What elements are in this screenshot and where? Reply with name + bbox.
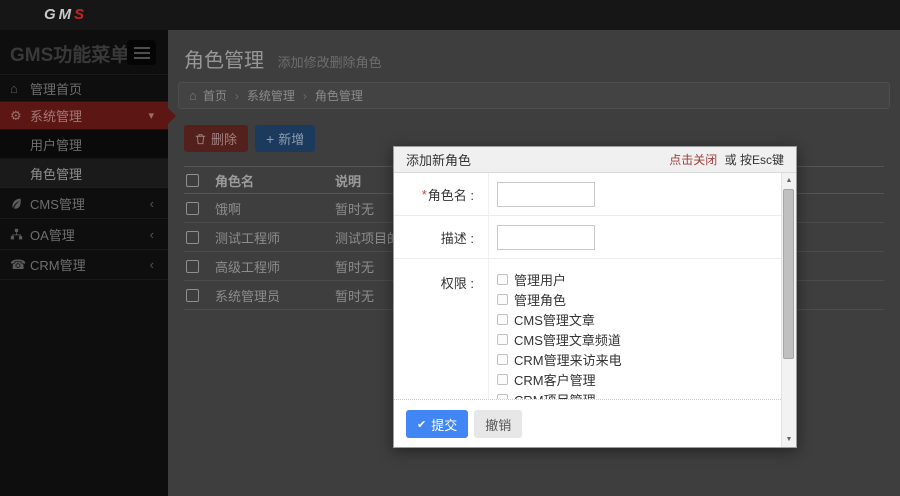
gear-icon: ⚙ xyxy=(10,107,22,123)
form-row-role-name: * 角色名 : xyxy=(394,173,796,216)
permission-checkbox[interactable] xyxy=(497,273,508,285)
sitemap-icon xyxy=(10,228,30,241)
cell-role-name: 饿啊 xyxy=(215,201,242,217)
permission-option: 管理角色 xyxy=(497,289,622,309)
row-checkbox[interactable] xyxy=(186,259,199,273)
required-mark: * xyxy=(421,186,427,202)
plus-icon: + xyxy=(266,130,275,147)
modal-footer: ✔ 提交 撤销 xyxy=(394,399,781,447)
permission-option: CMS管理文章 xyxy=(497,309,622,329)
home-icon: ⌂ xyxy=(10,80,18,96)
sidebar-nav: ⌂ 管理首页 ⚙ 系统管理 ▾ 用户管理 角色管理 CMS管理 ‹ OA管理 ‹… xyxy=(0,74,176,280)
permission-label: CRM管理来访来电 xyxy=(514,352,622,368)
page-header: 角色管理 添加修改删除角色 xyxy=(168,30,900,82)
sidebar-item-label: CMS管理 xyxy=(30,196,85,212)
permission-label: 管理用户 xyxy=(514,272,567,288)
sidebar-item-cms[interactable]: CMS管理 ‹ xyxy=(0,187,168,218)
breadcrumb-system[interactable]: 系统管理 xyxy=(247,87,295,104)
permission-option: 管理用户 xyxy=(497,269,622,289)
scrollbar-thumb[interactable] xyxy=(783,189,794,359)
add-button[interactable]: + 新增 xyxy=(255,125,316,152)
home-icon: ⌂ xyxy=(189,88,197,103)
row-checkbox[interactable] xyxy=(186,288,199,302)
chevron-down-icon: ▾ xyxy=(148,110,154,122)
sidebar-item-home[interactable]: ⌂ 管理首页 xyxy=(0,74,168,101)
sidebar: GMS功能菜单 ⌂ 管理首页 ⚙ 系统管理 ▾ 用户管理 角色管理 CMS管理 xyxy=(0,30,176,496)
chevron-left-icon: ‹ xyxy=(149,226,154,242)
page-subtitle: 添加修改删除角色 xyxy=(277,55,382,70)
permission-label: CMS管理文章频道 xyxy=(514,332,621,348)
select-all-checkbox[interactable] xyxy=(186,173,199,187)
delete-button[interactable]: 删除 xyxy=(184,125,249,152)
logo-gm-text: GM xyxy=(44,6,75,23)
page-title: 角色管理 xyxy=(184,50,264,72)
permission-checkbox[interactable] xyxy=(497,313,508,325)
trash-icon xyxy=(195,133,206,144)
sidebar-item-roles[interactable]: 角色管理 xyxy=(0,158,168,187)
sidebar-title: GMS功能菜单 xyxy=(10,45,130,66)
modal-title: 添加新角色 xyxy=(406,153,472,168)
permission-label: CMS管理文章 xyxy=(514,312,595,328)
permission-checkbox[interactable] xyxy=(497,333,508,345)
sidebar-item-system[interactable]: ⚙ 系统管理 ▾ xyxy=(0,101,176,129)
top-navbar: GMS xyxy=(0,0,900,30)
scroll-down-arrow-icon[interactable]: ▼ xyxy=(782,432,796,447)
leaf-icon xyxy=(10,197,30,210)
permission-label: CRM客户管理 xyxy=(514,372,596,388)
logo-s-text: S xyxy=(74,6,88,23)
chevron-left-icon: ‹ xyxy=(149,257,154,272)
chevron-left-icon: ‹ xyxy=(149,195,154,211)
description-label: 描述 : xyxy=(394,216,489,258)
sidebar-header: GMS功能菜单 xyxy=(0,30,168,74)
scroll-up-arrow-icon[interactable]: ▲ xyxy=(782,173,796,188)
column-header-name: 角色名 xyxy=(215,173,255,189)
active-menu-arrow xyxy=(168,107,176,124)
cell-role-name: 高级工程师 xyxy=(215,259,281,275)
breadcrumb: ⌂ 首页 › 系统管理 › 角色管理 xyxy=(178,82,890,109)
sidebar-item-label: 角色管理 xyxy=(30,166,83,182)
close-esc-hint: 或 按Esc键 xyxy=(724,153,784,167)
permission-checkbox[interactable] xyxy=(497,373,508,385)
permission-option: CMS管理文章频道 xyxy=(497,329,622,349)
sidebar-item-label: 系统管理 xyxy=(30,109,83,124)
modal-body: * 角色名 : 描述 : 权限 : 管理用户 管理角色 CMS管理文章 CMS管… xyxy=(394,173,796,447)
modal-header: 添加新角色 点击关闭 或 按Esc键 xyxy=(394,147,796,173)
permissions-list: 管理用户 管理角色 CMS管理文章 CMS管理文章频道 CRM管理来访来电 CR… xyxy=(489,259,622,409)
sidebar-item-label: 管理首页 xyxy=(30,81,83,97)
row-checkbox[interactable] xyxy=(186,230,199,244)
add-role-modal: 添加新角色 点击关闭 或 按Esc键 * 角色名 : 描述 : 权限 : 管理用… xyxy=(393,146,797,448)
role-name-label: * 角色名 : xyxy=(394,173,489,215)
cancel-button[interactable]: 撤销 xyxy=(474,410,523,438)
gms-logo: GMS xyxy=(44,6,87,23)
modal-close-area: 点击关闭 或 按Esc键 xyxy=(669,151,784,168)
row-checkbox[interactable] xyxy=(186,201,199,215)
sidebar-item-users[interactable]: 用户管理 xyxy=(0,129,168,158)
form-row-description: 描述 : xyxy=(394,216,796,259)
sidebar-item-label: CRM管理 xyxy=(30,258,86,273)
menu-toggle-button[interactable] xyxy=(127,40,156,65)
breadcrumb-separator: › xyxy=(302,88,307,103)
cell-role-name: 测试工程师 xyxy=(215,230,281,246)
close-link[interactable]: 点击关闭 xyxy=(669,153,717,167)
sidebar-item-label: OA管理 xyxy=(30,227,75,243)
check-icon: ✔ xyxy=(417,418,427,431)
permission-option: CRM客户管理 xyxy=(497,369,622,389)
description-input[interactable] xyxy=(497,224,595,250)
submit-button[interactable]: ✔ 提交 xyxy=(406,410,469,438)
sidebar-item-label: 用户管理 xyxy=(30,137,83,153)
permission-label: 管理角色 xyxy=(514,292,567,308)
sidebar-item-crm[interactable]: ☎ CRM管理 ‹ xyxy=(0,249,168,280)
breadcrumb-current: 角色管理 xyxy=(314,89,363,103)
cell-role-name: 系统管理员 xyxy=(215,288,281,304)
permission-checkbox[interactable] xyxy=(497,353,508,365)
permission-option: CRM管理来访来电 xyxy=(497,349,622,369)
modal-scrollbar[interactable]: ▲ ▼ xyxy=(781,173,796,447)
permission-checkbox[interactable] xyxy=(497,293,508,305)
breadcrumb-home[interactable]: 首页 xyxy=(203,87,227,104)
breadcrumb-separator: › xyxy=(234,88,239,103)
role-name-input[interactable] xyxy=(497,181,595,207)
sidebar-submenu-system: 用户管理 角色管理 xyxy=(0,129,168,187)
sidebar-item-oa[interactable]: OA管理 ‹ xyxy=(0,218,168,249)
phone-icon: ☎ xyxy=(10,256,27,272)
